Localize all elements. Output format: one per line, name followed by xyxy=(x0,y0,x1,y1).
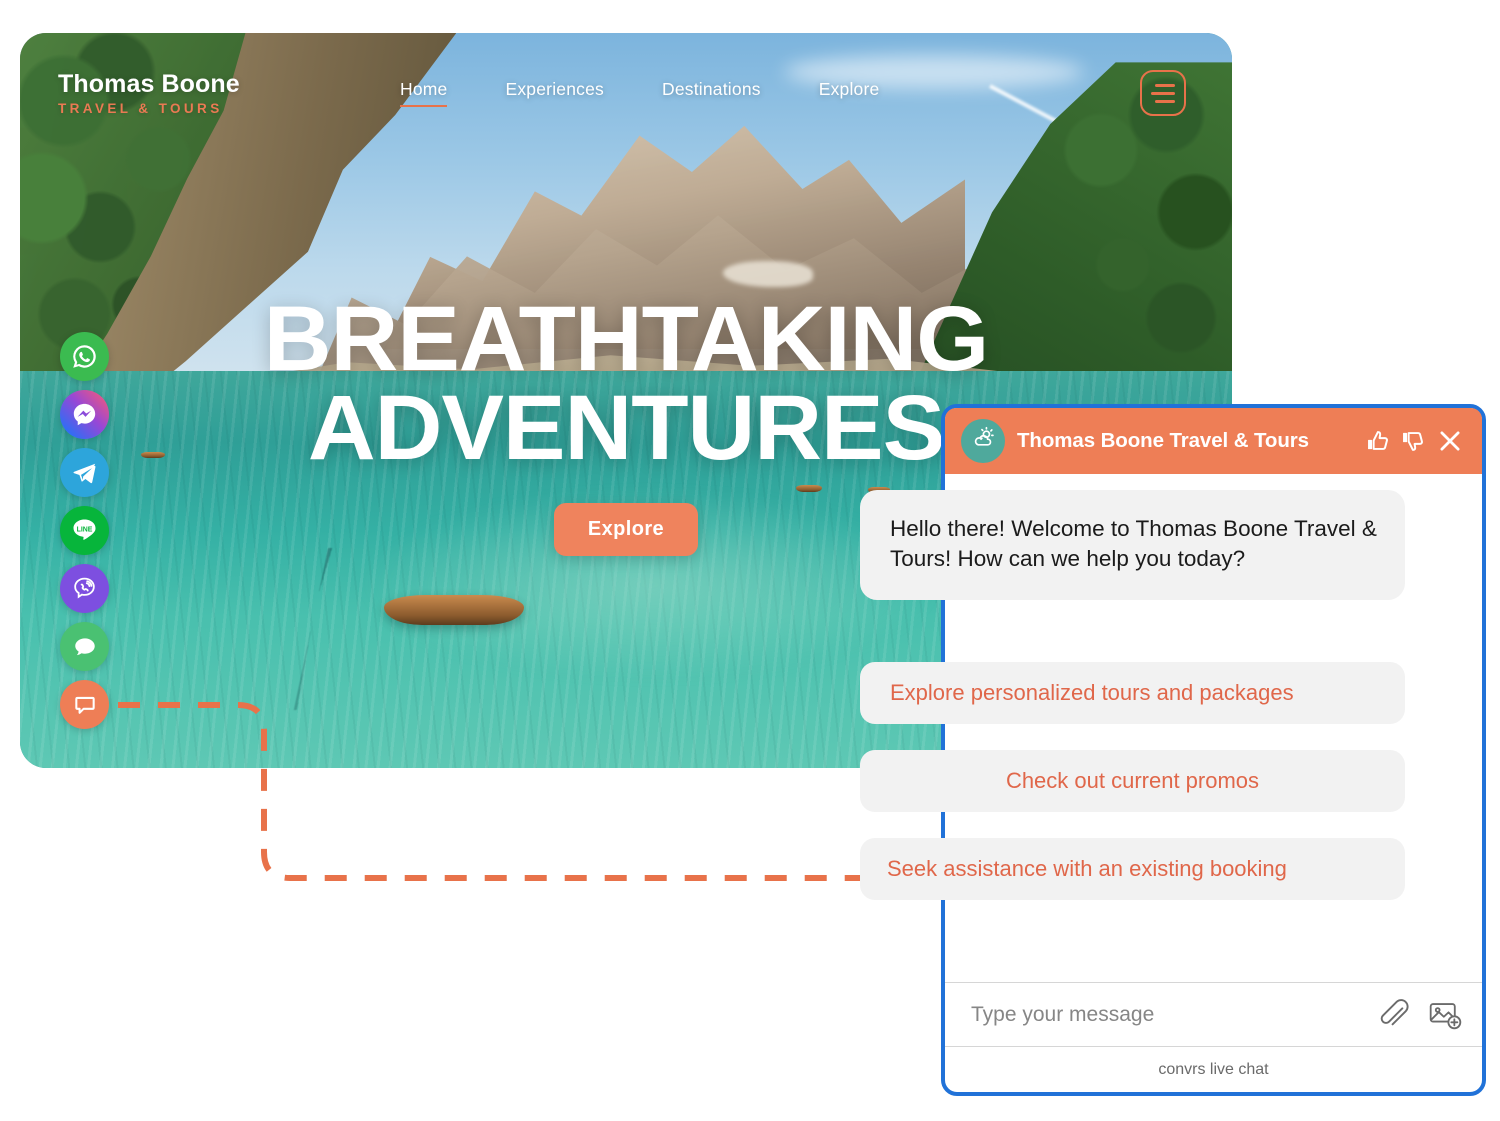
site-navbar: Thomas Boone TRAVEL & TOURS Home Experie… xyxy=(20,33,1232,153)
nav-links: Home Experiences Destinations Explore xyxy=(400,79,879,107)
chat-bubble-icon xyxy=(72,692,98,718)
telegram-icon xyxy=(71,459,98,486)
social-button-line[interactable]: LINE xyxy=(60,506,109,555)
chat-message-list: Hello there! Welcome to Thomas Boone Tra… xyxy=(860,474,1482,982)
boat-wake xyxy=(293,547,765,710)
nav-item-destinations[interactable]: Destinations xyxy=(662,79,761,107)
nav-item-experiences[interactable]: Experiences xyxy=(505,79,604,107)
social-button-sms[interactable] xyxy=(60,622,109,671)
hamburger-menu-icon[interactable] xyxy=(1140,70,1186,116)
svg-text:LINE: LINE xyxy=(77,526,93,533)
nav-item-explore[interactable]: Explore xyxy=(819,79,880,107)
close-icon[interactable] xyxy=(1435,426,1465,456)
logo-tagline: TRAVEL & TOURS xyxy=(58,101,223,116)
social-button-live-chat[interactable] xyxy=(60,680,109,729)
chat-header: Thomas Boone Travel & Tours xyxy=(945,408,1482,474)
social-button-messenger[interactable] xyxy=(60,390,109,439)
quick-reply-current-promos[interactable]: Check out current promos xyxy=(860,750,1405,812)
bot-message-bubble: Hello there! Welcome to Thomas Boone Tra… xyxy=(860,490,1405,600)
hero-line-1: BREATHTAKING xyxy=(263,288,990,390)
paperclip-icon[interactable] xyxy=(1376,998,1410,1032)
message-input[interactable] xyxy=(971,1002,1360,1027)
chat-header-actions xyxy=(1365,426,1465,456)
quick-reply-existing-booking[interactable]: Seek assistance with an existing booking xyxy=(860,838,1405,900)
line-icon: LINE xyxy=(68,514,101,547)
sms-bubble-icon xyxy=(72,634,98,660)
social-channel-rail: LINE xyxy=(60,332,109,729)
avatar xyxy=(961,419,1005,463)
chat-title: Thomas Boone Travel & Tours xyxy=(1017,429,1309,452)
live-chat-widget: Thomas Boone Travel & Tours Hello there!… xyxy=(860,404,1486,1096)
sun-cloud-icon xyxy=(970,425,997,457)
page-root: Thomas Boone TRAVEL & TOURS Home Experie… xyxy=(0,0,1500,1121)
messenger-icon xyxy=(71,401,98,428)
logo-name: Thomas Boone xyxy=(58,70,240,98)
explore-button[interactable]: Explore xyxy=(553,503,699,557)
nav-item-home[interactable]: Home xyxy=(400,79,448,107)
quick-reply-explore-tours[interactable]: Explore personalized tours and packages xyxy=(860,662,1405,724)
image-add-icon[interactable] xyxy=(1426,996,1464,1034)
whatsapp-icon xyxy=(71,343,98,370)
thumbs-up-icon[interactable] xyxy=(1365,427,1393,455)
chat-input-bar xyxy=(945,982,1482,1046)
site-logo[interactable]: Thomas Boone TRAVEL & TOURS xyxy=(58,70,358,116)
rowboat xyxy=(383,595,524,626)
social-button-telegram[interactable] xyxy=(60,448,109,497)
social-button-whatsapp[interactable] xyxy=(60,332,109,381)
chat-footer-brand: convrs live chat xyxy=(945,1046,1482,1092)
social-button-viber[interactable] xyxy=(60,564,109,613)
thumbs-down-icon[interactable] xyxy=(1400,427,1428,455)
viber-icon xyxy=(71,575,98,602)
